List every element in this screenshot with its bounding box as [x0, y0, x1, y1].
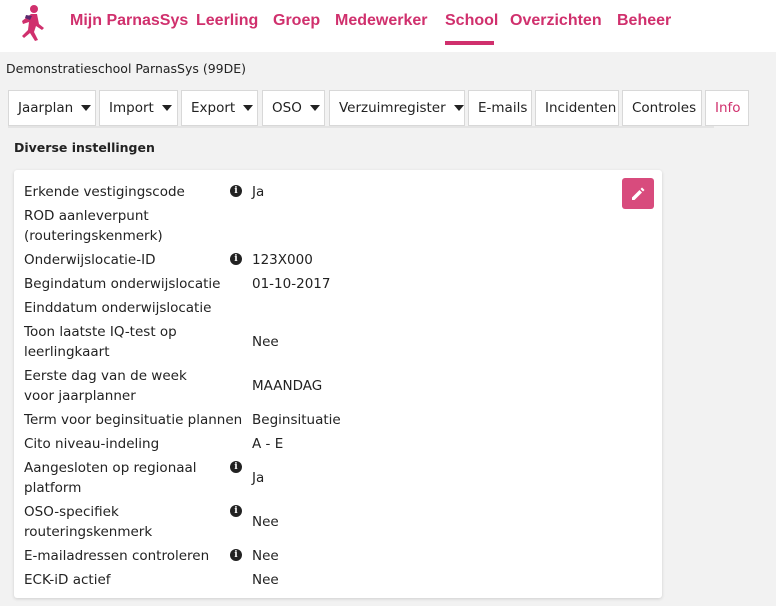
info-icon[interactable]: i — [230, 549, 242, 561]
tab-incidenten[interactable]: Incidenten — [535, 90, 619, 126]
setting-label-eerste-dag: Eerste dag van de week voor jaarplanner — [24, 368, 187, 404]
tab-label: Export — [191, 100, 236, 116]
caret-down-icon — [81, 105, 92, 111]
setting-label-cito-niveau: Cito niveau-indeling — [24, 436, 160, 452]
section-title: Diverse instellingen — [14, 140, 155, 155]
edit-button[interactable] — [622, 178, 654, 209]
setting-label-oso-routeringskenmerk: OSO-specifiek routeringskenmerk — [24, 504, 153, 540]
setting-value-oso-routeringskenmerk: Nee — [252, 514, 279, 530]
tab-e-mails[interactable]: E-mails — [468, 90, 532, 126]
setting-value-term-beginsituatie: Beginsituatie — [252, 412, 341, 428]
setting-label-e-mailadressen: E-mailadressen controleren — [24, 548, 210, 564]
setting-label-erkende-vestigingscode: Erkende vestigingscode — [24, 184, 185, 200]
nav-medewerker[interactable]: Medewerker — [335, 12, 428, 30]
setting-label-rod-aanleverpunt: ROD aanleverpunt (routeringskenmerk) — [24, 208, 163, 244]
setting-value-begindatum: 01-10-2017 — [252, 276, 331, 292]
setting-label-einddatum: Einddatum onderwijslocatie — [24, 300, 212, 316]
tab-label: Verzuimregister — [339, 100, 446, 116]
setting-value-cito-niveau: A - E — [252, 436, 284, 452]
setting-value-regionaal-platform: Ja — [252, 470, 265, 486]
setting-label-begindatum: Begindatum onderwijslocatie — [24, 276, 221, 292]
tab-label: Controles — [632, 100, 697, 116]
organization-title: Demonstratieschool ParnasSys (99DE) — [6, 61, 247, 76]
setting-value-eerste-dag: MAANDAG — [252, 378, 323, 394]
setting-label-iq-test: Toon laatste IQ-test op leerlingkaart — [24, 324, 177, 360]
tab-label: Jaarplan — [18, 100, 74, 116]
caret-down-icon — [161, 105, 172, 111]
info-icon[interactable]: i — [230, 185, 242, 197]
nav-school[interactable]: School — [445, 12, 498, 30]
tab-jaarplan[interactable]: Jaarplan — [8, 90, 96, 126]
top-navigation-bar: Mijn ParnasSys Leerling Groep Medewerker… — [0, 0, 776, 52]
settings-card: Erkende vestigingscode i Ja ROD aanlever… — [14, 170, 662, 598]
tab-controles[interactable]: Controles — [622, 90, 702, 126]
pencil-icon — [632, 187, 645, 200]
tab-info[interactable]: Info — [705, 90, 749, 126]
setting-label-term-beginsituatie: Term voor beginsituatie plannen — [24, 412, 243, 428]
setting-value-eck-id: Nee — [252, 572, 279, 588]
caret-down-icon — [453, 105, 464, 111]
setting-label-eck-id: ECK-iD actief — [24, 572, 111, 588]
tab-import[interactable]: Import — [99, 90, 178, 126]
tab-export[interactable]: Export — [181, 90, 258, 126]
caret-down-icon — [309, 105, 320, 111]
tab-label: Incidenten — [545, 100, 617, 116]
tab-bar-divider — [8, 126, 714, 128]
info-icon[interactable]: i — [230, 253, 242, 265]
active-nav-indicator — [445, 41, 494, 45]
nav-mijn-parnassys[interactable]: Mijn ParnasSys — [70, 12, 188, 30]
nav-groep[interactable]: Groep — [273, 12, 320, 30]
setting-value-onderwijslocatie-id: 123X000 — [252, 252, 313, 268]
tab-label: E-mails — [478, 100, 528, 116]
info-icon[interactable]: i — [230, 505, 242, 517]
info-icon[interactable]: i — [230, 461, 242, 473]
setting-label-regionaal-platform: Aangesloten op regionaal platform — [24, 460, 197, 496]
tab-label: OSO — [272, 100, 302, 116]
tab-verzuimregister[interactable]: Verzuimregister — [329, 90, 465, 126]
tab-oso[interactable]: OSO — [262, 90, 325, 126]
nav-beheer[interactable]: Beheer — [617, 12, 671, 30]
setting-value-e-mailadressen: Nee — [252, 548, 279, 564]
tab-label: Import — [109, 100, 154, 116]
setting-label-onderwijslocatie-id: Onderwijslocatie-ID — [24, 252, 156, 268]
nav-leerling[interactable]: Leerling — [196, 12, 258, 30]
nav-overzichten[interactable]: Overzichten — [510, 12, 602, 30]
tab-label: Info — [715, 100, 741, 116]
logo-icon[interactable] — [14, 4, 46, 42]
setting-value-iq-test: Nee — [252, 334, 279, 350]
caret-down-icon — [243, 105, 254, 111]
setting-value-erkende-vestigingscode: Ja — [252, 184, 265, 200]
